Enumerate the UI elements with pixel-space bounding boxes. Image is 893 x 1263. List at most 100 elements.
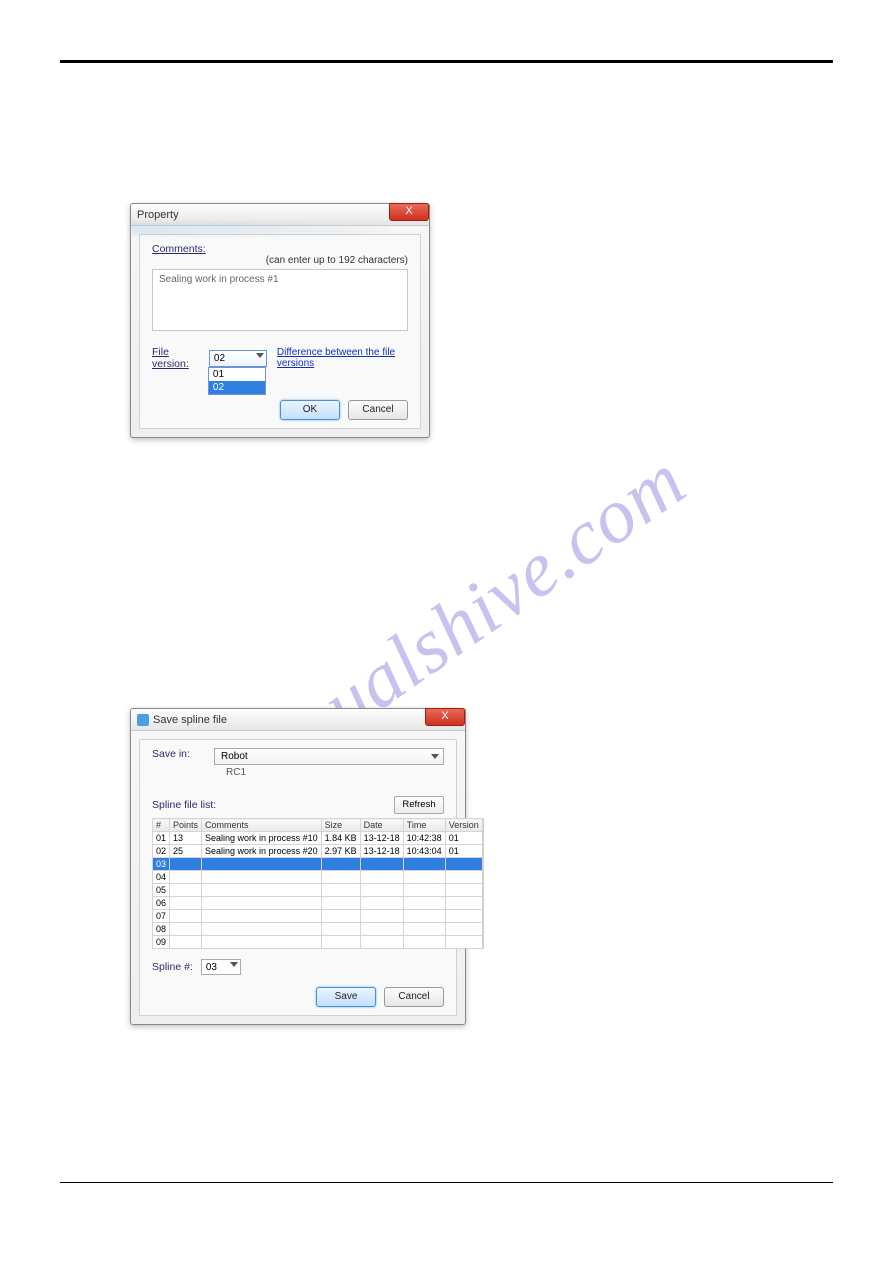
- table-scrollbar[interactable]: [483, 818, 484, 949]
- save-button[interactable]: Save: [316, 987, 376, 1007]
- table-cell: [445, 871, 482, 884]
- table-cell: [360, 858, 403, 871]
- table-cell: [360, 923, 403, 936]
- col-date[interactable]: Date: [360, 819, 403, 832]
- table-cell: [202, 884, 322, 897]
- ok-button[interactable]: OK: [280, 400, 340, 420]
- table-row[interactable]: 04: [153, 871, 483, 884]
- spline-table: # Points Comments Size Date Time Version…: [152, 818, 483, 949]
- table-cell: [202, 910, 322, 923]
- table-cell: 01: [153, 832, 170, 845]
- table-row[interactable]: 0113Sealing work in process #101.84 KB13…: [153, 832, 483, 845]
- file-version-label: File version:: [152, 346, 199, 370]
- save-in-row: Save in: Robot RC1: [152, 748, 444, 786]
- cancel-button[interactable]: Cancel: [348, 400, 408, 420]
- property-buttons: OK Cancel: [152, 400, 408, 420]
- table-cell: [202, 936, 322, 949]
- table-row[interactable]: 07: [153, 910, 483, 923]
- table-cell: [445, 884, 482, 897]
- table-cell: [170, 936, 202, 949]
- table-cell: 1.84 KB: [321, 832, 360, 845]
- save-in-wrap: Robot RC1: [214, 748, 444, 786]
- table-cell: [170, 897, 202, 910]
- table-cell: [170, 910, 202, 923]
- table-cell: [170, 923, 202, 936]
- table-cell: [202, 897, 322, 910]
- table-cell: [445, 897, 482, 910]
- col-version[interactable]: Version: [445, 819, 482, 832]
- file-version-dropdown[interactable]: 02: [209, 350, 267, 367]
- table-cell: [445, 858, 482, 871]
- table-cell: [360, 884, 403, 897]
- table-cell: 13-12-18: [360, 845, 403, 858]
- close-icon: X: [441, 710, 448, 722]
- table-row[interactable]: 08: [153, 923, 483, 936]
- titlebar-blur: [131, 223, 389, 235]
- table-cell: [403, 923, 445, 936]
- spline-number-dropdown[interactable]: 03: [201, 959, 241, 975]
- chevron-down-icon: [230, 962, 238, 967]
- save-in-dropdown[interactable]: Robot: [214, 748, 444, 765]
- table-row[interactable]: 05: [153, 884, 483, 897]
- refresh-button[interactable]: Refresh: [394, 796, 444, 814]
- close-button[interactable]: X: [389, 203, 429, 221]
- save-in-sub: RC1: [214, 767, 444, 778]
- col-id[interactable]: #: [153, 819, 170, 832]
- table-header-row: # Points Comments Size Date Time Version: [153, 819, 483, 832]
- table-cell: 03: [153, 858, 170, 871]
- col-time[interactable]: Time: [403, 819, 445, 832]
- table-cell: [321, 858, 360, 871]
- spacer: [60, 438, 833, 708]
- table-row[interactable]: 06: [153, 897, 483, 910]
- table-cell: [360, 897, 403, 910]
- table-cell: 07: [153, 910, 170, 923]
- spline-number-label: Spline #:: [152, 961, 193, 973]
- table-cell: [403, 897, 445, 910]
- save-in-value: Robot: [221, 751, 248, 762]
- comments-input[interactable]: [152, 269, 408, 331]
- col-points[interactable]: Points: [170, 819, 202, 832]
- save-spline-dialog: Save spline file X Save in: Robot RC1 Sp…: [130, 708, 466, 1025]
- property-dialog: Property X Comments: (can enter up to 19…: [130, 203, 430, 438]
- table-cell: [360, 871, 403, 884]
- table-row[interactable]: 0225Sealing work in process #202.97 KB13…: [153, 845, 483, 858]
- spline-list-label: Spline file list:: [152, 799, 216, 811]
- page-top-rule: [60, 60, 833, 63]
- table-cell: [202, 871, 322, 884]
- table-cell: [445, 910, 482, 923]
- table-cell: [170, 871, 202, 884]
- table-cell: [403, 871, 445, 884]
- table-row[interactable]: 03: [153, 858, 483, 871]
- table-cell: [202, 858, 322, 871]
- table-cell: [202, 923, 322, 936]
- spline-number-row: Spline #: 03: [152, 959, 444, 975]
- comments-label: Comments:: [152, 243, 408, 255]
- table-row[interactable]: 09: [153, 936, 483, 949]
- close-icon: X: [405, 205, 412, 217]
- file-version-option-01[interactable]: 01: [209, 368, 265, 381]
- property-titlebar: Property X: [131, 204, 429, 226]
- file-version-diff-link[interactable]: Difference between the file versions: [277, 347, 408, 369]
- table-cell: [360, 936, 403, 949]
- file-version-option-02[interactable]: 02: [209, 381, 265, 394]
- comments-hint: (can enter up to 192 characters): [152, 255, 408, 266]
- table-cell: 04: [153, 871, 170, 884]
- table-cell: Sealing work in process #20: [202, 845, 322, 858]
- save-spline-title: Save spline file: [153, 714, 227, 726]
- file-version-popup: 01 02: [208, 367, 266, 395]
- table-cell: [403, 858, 445, 871]
- save-spline-body: Save in: Robot RC1 Spline file list: Ref…: [139, 739, 457, 1016]
- table-cell: [321, 871, 360, 884]
- table-cell: 06: [153, 897, 170, 910]
- table-cell: Sealing work in process #10: [202, 832, 322, 845]
- col-size[interactable]: Size: [321, 819, 360, 832]
- table-cell: 01: [445, 832, 482, 845]
- table-cell: [403, 884, 445, 897]
- table-cell: [403, 910, 445, 923]
- app-icon: [137, 714, 149, 726]
- close-button[interactable]: X: [425, 708, 465, 726]
- cancel-button[interactable]: Cancel: [384, 987, 444, 1007]
- col-comments[interactable]: Comments: [202, 819, 322, 832]
- spline-table-wrap: # Points Comments Size Date Time Version…: [152, 818, 444, 949]
- table-cell: [445, 936, 482, 949]
